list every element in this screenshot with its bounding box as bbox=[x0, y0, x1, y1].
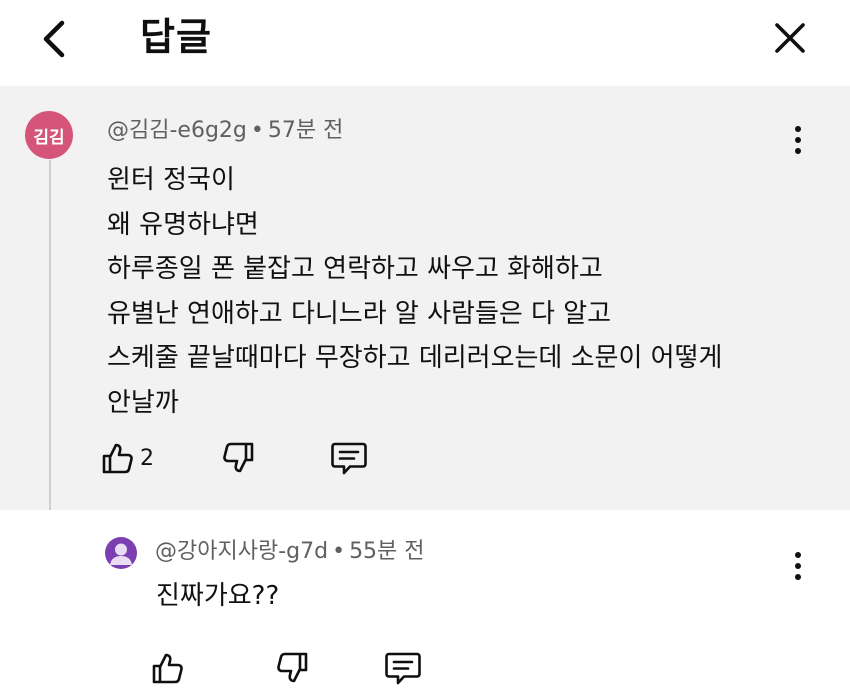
reply-button[interactable] bbox=[330, 438, 368, 478]
comment-time: 57분 전 bbox=[267, 118, 344, 143]
like-count: 2 bbox=[140, 445, 154, 471]
more-options-button[interactable] bbox=[782, 120, 814, 160]
dislike-button[interactable] bbox=[276, 648, 310, 688]
header-bar: 답글 bbox=[0, 0, 850, 84]
avatar[interactable] bbox=[105, 537, 137, 569]
close-icon bbox=[775, 23, 805, 53]
comment-line: 스케줄 끝날때마다 무장하고 데리러오는데 소문이 어떻게 bbox=[107, 343, 723, 373]
avatar[interactable]: 김김 bbox=[25, 111, 73, 159]
comment-body: 윈터 정국이 왜 유명하냐면 하루종일 폰 붙잡고 연락하고 싸우고 화해하고 … bbox=[107, 158, 722, 425]
like-button[interactable]: 2 bbox=[100, 438, 154, 478]
page-title: 답글 bbox=[140, 15, 212, 59]
comment-line: 왜 유명하냐면 bbox=[107, 209, 259, 240]
comment-author[interactable]: @김김-e6g2g bbox=[107, 118, 247, 143]
meta-separator: • bbox=[250, 118, 264, 143]
comment-line: 하루종일 폰 붙잡고 연락하고 싸우고 화해하고 bbox=[107, 254, 603, 284]
comment-meta: @김김-e6g2g • 57분 전 bbox=[107, 116, 343, 146]
comment-icon bbox=[385, 652, 421, 685]
more-options-button[interactable] bbox=[782, 546, 814, 586]
more-vertical-icon bbox=[795, 126, 801, 154]
comment-meta: @강아지사랑-g7d • 55분 전 bbox=[155, 537, 425, 567]
comment-line: 유별난 연애하고 다니느라 알 사람들은 다 알고 bbox=[107, 298, 612, 329]
comment-time: 55분 전 bbox=[349, 539, 425, 564]
more-vertical-icon bbox=[795, 552, 801, 580]
thumbs-up-icon bbox=[152, 653, 183, 684]
comment-icon bbox=[331, 442, 367, 475]
dislike-button[interactable] bbox=[222, 438, 256, 478]
thumbs-down-icon bbox=[277, 652, 308, 683]
thumbs-down-icon bbox=[223, 442, 254, 473]
meta-separator: • bbox=[332, 539, 346, 564]
like-button[interactable] bbox=[150, 648, 184, 688]
parent-comment: 김김 @김김-e6g2g • 57분 전 윈터 정국이 왜 유명하냐면 하루종일 폰… bbox=[0, 86, 850, 550]
comment-line: 안날까 bbox=[107, 387, 179, 418]
close-button[interactable] bbox=[764, 12, 816, 64]
reply-comment: @강아지사랑-g7d • 55분 전 진짜가요?? bbox=[0, 510, 850, 697]
reply-button[interactable] bbox=[384, 648, 422, 688]
comment-author[interactable]: @강아지사랑-g7d bbox=[155, 539, 328, 564]
thread-connector-line bbox=[49, 160, 105, 550]
back-button[interactable] bbox=[28, 14, 78, 64]
chevron-left-icon bbox=[43, 20, 65, 58]
comment-body: 진짜가요?? bbox=[156, 581, 280, 611]
thumbs-up-icon bbox=[102, 443, 133, 474]
user-silhouette-icon bbox=[110, 543, 132, 565]
comment-line: 윈터 정국이 bbox=[107, 165, 235, 195]
